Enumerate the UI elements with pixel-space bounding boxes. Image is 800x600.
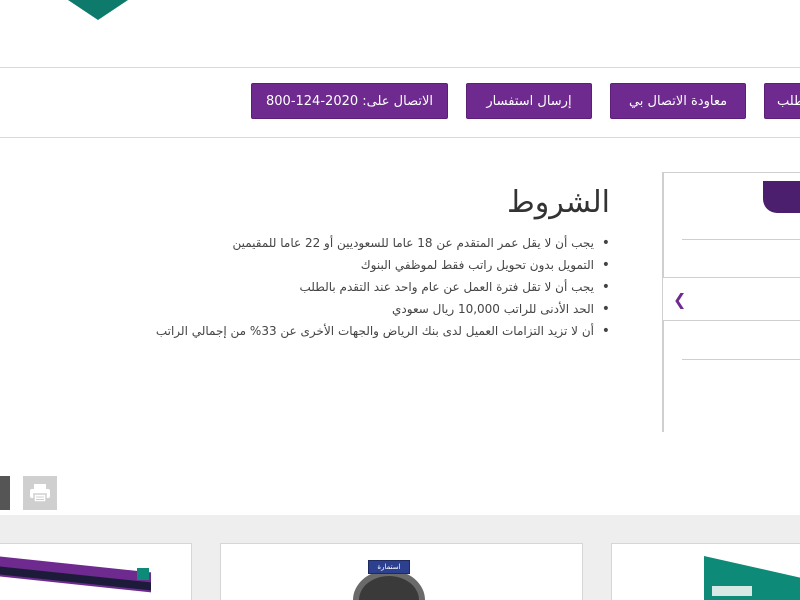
product-card[interactable]: [611, 543, 800, 600]
action-bar: الاتصال على: 2020-124-800 إرسال استفسار …: [0, 68, 800, 138]
call-button[interactable]: الاتصال على: 2020-124-800: [251, 83, 448, 119]
share-icon[interactable]: [0, 476, 10, 510]
card-image: [137, 568, 149, 580]
brand-logo[interactable]: [68, 0, 128, 20]
print-button[interactable]: [23, 476, 57, 510]
conditions-list: يجب أن لا يقل عمر المتقدم عن 18 عاما للس…: [120, 232, 610, 342]
condition-item: يجب أن لا تقل فترة العمل عن عام واحد عند…: [120, 276, 610, 298]
condition-item: التمويل بدون تحويل راتب فقط لموظفي البنو…: [120, 254, 610, 276]
card-image: [712, 586, 752, 596]
card-image: [353, 570, 425, 600]
chevron-left-icon[interactable]: ❮: [673, 290, 686, 309]
condition-item: الحد الأدنى للراتب 10,000 ريال سعودي: [120, 298, 610, 320]
side-card-bottom: [663, 320, 800, 432]
send-inquiry-button[interactable]: إرسال استفسار: [466, 83, 592, 119]
condition-item: أن لا تزيد التزامات العميل لدى بنك الريا…: [120, 320, 610, 342]
product-card[interactable]: [0, 543, 192, 600]
callback-button[interactable]: معاودة الاتصال بي: [610, 83, 746, 119]
product-card[interactable]: استمارة: [220, 543, 583, 600]
printer-icon: [30, 484, 50, 503]
side-panel: ❮: [662, 172, 800, 432]
divider: [682, 239, 800, 240]
conditions-section: الشروط يجب أن لا يقل عمر المتقدم عن 18 ع…: [120, 180, 610, 342]
conditions-title: الشروط: [506, 185, 610, 220]
top-header: [0, 0, 800, 68]
card-image-sign: استمارة: [368, 560, 410, 574]
card-sign-text: استمارة: [377, 563, 401, 571]
divider: [682, 359, 800, 360]
side-card-accent: [763, 181, 800, 213]
condition-item: يجب أن لا يقل عمر المتقدم عن 18 عاما للس…: [120, 232, 610, 254]
apply-button[interactable]: طلب: [764, 83, 800, 119]
side-card-top: [663, 172, 800, 278]
